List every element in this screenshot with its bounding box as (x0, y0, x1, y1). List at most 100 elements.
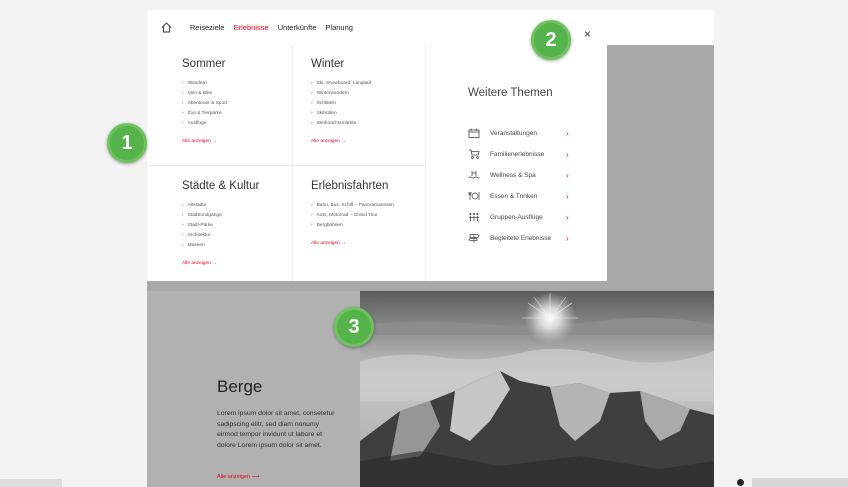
menu-link[interactable]: › Ski, Snowboard, Langlauf (311, 79, 443, 89)
more-topics-panel: Weitere Themen Veranstaltungen › Familie… (425, 45, 607, 281)
teaser-section: Berge Lorem ipsum dolor sit amet, conset… (147, 291, 714, 487)
signpost-icon (468, 234, 480, 243)
chevron-right-icon: › (182, 213, 184, 218)
menu-link-label: Zoo & Tierpärke (187, 111, 222, 116)
menu-link[interactable]: › Stadt-Pärke (182, 221, 314, 231)
group-icon (469, 213, 479, 221)
annotation-badge-2: 2 (531, 20, 571, 60)
chevron-right-icon: › (311, 213, 313, 218)
show-all-link-erlebnisfahrten[interactable]: Alle anzeigen → (311, 241, 346, 246)
menu-link[interactable]: › Winterwandern (311, 89, 443, 99)
nav-item-reiseziele[interactable]: Reiseziele (190, 23, 225, 32)
pool-icon (468, 171, 480, 179)
menu-heading-staedte-kultur: Städte & Kultur (182, 180, 260, 192)
home-icon[interactable] (160, 22, 172, 34)
topic-link-begleitete-erlebnisse[interactable]: Begleitete Erlebnisse › (468, 232, 569, 244)
teaser-show-all-link[interactable]: Alle anzeigen ⟶ (217, 474, 259, 480)
menu-link-label: Architektur (187, 233, 211, 238)
show-all-link-sommer[interactable]: Alle anzeigen → (182, 139, 217, 144)
menu-link[interactable]: › Zoo & Tierpärke (182, 109, 314, 119)
menu-link[interactable]: › Stadtrundgänge (182, 211, 314, 221)
menu-link[interactable]: › Ausflüge (182, 119, 314, 129)
chevron-right-icon: › (311, 81, 313, 86)
close-button[interactable]: × (570, 16, 605, 51)
mega-menu: Sommer › Wandern › Velo & Bike › Abenteuer … (147, 45, 607, 281)
bottom-left-bar (0, 479, 62, 487)
menu-link-label: Auto, Motorrad – Grand Tour (316, 213, 378, 218)
menu-column-sommer: Sommer › Wandern › Velo & Bike › Abenteuer … (182, 58, 314, 147)
menu-heading-sommer: Sommer (182, 58, 226, 70)
chevron-right-icon: › (311, 111, 313, 116)
menu-heading-winter: Winter (311, 58, 345, 70)
menu-link-label: Velo & Bike (187, 91, 213, 96)
chevron-right-icon: › (566, 170, 569, 180)
annotation-badge-1: 1 (107, 123, 147, 163)
chevron-right-icon: › (311, 203, 313, 208)
chevron-right-icon: › (311, 223, 313, 228)
nav-item-erlebnisse[interactable]: Erlebnisse (234, 23, 269, 32)
topic-label: Essen & Trinken (490, 192, 538, 200)
topic-label: Wellness & Spa (490, 171, 536, 179)
menu-link[interactable]: › Abenteuer & Sport (182, 99, 314, 109)
chevron-right-icon: › (311, 91, 313, 96)
chevron-right-icon: › (311, 121, 313, 126)
screenshot-frame: Reiseziele Erlebnisse Unterkünfte Planun… (0, 0, 848, 487)
mountain-photo (360, 291, 714, 487)
topic-link-essen-trinken[interactable]: Essen & Trinken › (468, 190, 569, 202)
chevron-right-icon: › (182, 91, 184, 96)
topic-label: Veranstaltungen (490, 129, 537, 137)
chevron-right-icon: › (182, 243, 184, 248)
menu-link-label: Stadt-Pärke (187, 223, 213, 228)
website-page: Reiseziele Erlebnisse Unterkünfte Planun… (147, 10, 714, 487)
menu-link-label: Wandern (187, 81, 207, 86)
menu-link-label: Stadtrundgänge (187, 213, 222, 218)
menu-link[interactable]: › Velo & Bike (182, 89, 314, 99)
menu-link-label: Ski, Snowboard, Langlauf (316, 81, 372, 86)
menu-link-label: Schlitteln (316, 101, 337, 106)
topic-label: Familienerlebnisse (490, 150, 545, 158)
topic-link-gruppen-ausfluege[interactable]: Gruppen-Ausflüge › (468, 211, 569, 223)
menu-link[interactable]: › Wandern (182, 79, 314, 89)
menu-link-label: Bahn, Bus, Schiff – Panoramareisen (316, 203, 394, 208)
teaser-text: Lorem ipsum dolor sit amet, consetetur s… (217, 410, 335, 449)
menu-column-winter: Winter › Ski, Snowboard, Langlauf › Winter… (311, 58, 443, 147)
menu-link[interactable]: › Skihütten (311, 109, 443, 119)
top-navigation: Reiseziele Erlebnisse Unterkünfte Planun… (147, 10, 714, 45)
menu-link[interactable]: › Auto, Motorrad – Grand Tour (311, 211, 443, 221)
menu-link[interactable]: › Altstädte (182, 201, 314, 211)
info-dot-icon (737, 479, 744, 486)
stroller-icon (469, 149, 480, 159)
topic-link-wellness-spa[interactable]: Wellness & Spa › (468, 169, 569, 181)
calendar-icon (468, 128, 480, 138)
topic-link-veranstaltungen[interactable]: Veranstaltungen › (468, 127, 569, 139)
chevron-right-icon: › (566, 233, 569, 243)
menu-link[interactable]: › Museen (182, 241, 314, 251)
chevron-right-icon: › (182, 121, 184, 126)
chevron-right-icon: › (566, 128, 569, 138)
show-all-link-staedte-kultur[interactable]: Alle anzeigen → (182, 261, 217, 266)
chevron-right-icon: › (182, 101, 184, 106)
bottom-right-toolbar (752, 478, 848, 487)
menu-link-label: Weihnachtsmärkte (316, 121, 357, 126)
chevron-right-icon: › (566, 212, 569, 222)
menu-link[interactable]: › Bergbahnen (311, 221, 443, 231)
chevron-right-icon: › (182, 111, 184, 116)
menu-link-label: Winterwandern (316, 91, 349, 96)
menu-link[interactable]: › Architektur (182, 231, 314, 241)
chevron-right-icon: › (566, 149, 569, 159)
chevron-right-icon: › (182, 233, 184, 238)
menu-divider-horizontal (147, 165, 425, 166)
chevron-right-icon: › (182, 203, 184, 208)
menu-link[interactable]: › Weihnachtsmärkte (311, 119, 443, 129)
topic-link-familienerlebnisse[interactable]: Familienerlebnisse › (468, 148, 569, 160)
menu-heading-erlebnisfahrten: Erlebnisfahrten (311, 180, 389, 192)
show-all-link-winter[interactable]: Alle anzeigen → (311, 139, 346, 144)
close-icon: × (583, 26, 591, 41)
menu-link[interactable]: › Bahn, Bus, Schiff – Panoramareisen (311, 201, 443, 211)
menu-link-label: Abenteuer & Sport (187, 101, 228, 106)
menu-link-label: Altstädte (187, 203, 207, 208)
menu-link[interactable]: › Schlitteln (311, 99, 443, 109)
chevron-right-icon: › (182, 223, 184, 228)
nav-item-planung[interactable]: Planung (325, 23, 353, 32)
nav-item-unterkuenfte[interactable]: Unterkünfte (278, 23, 317, 32)
